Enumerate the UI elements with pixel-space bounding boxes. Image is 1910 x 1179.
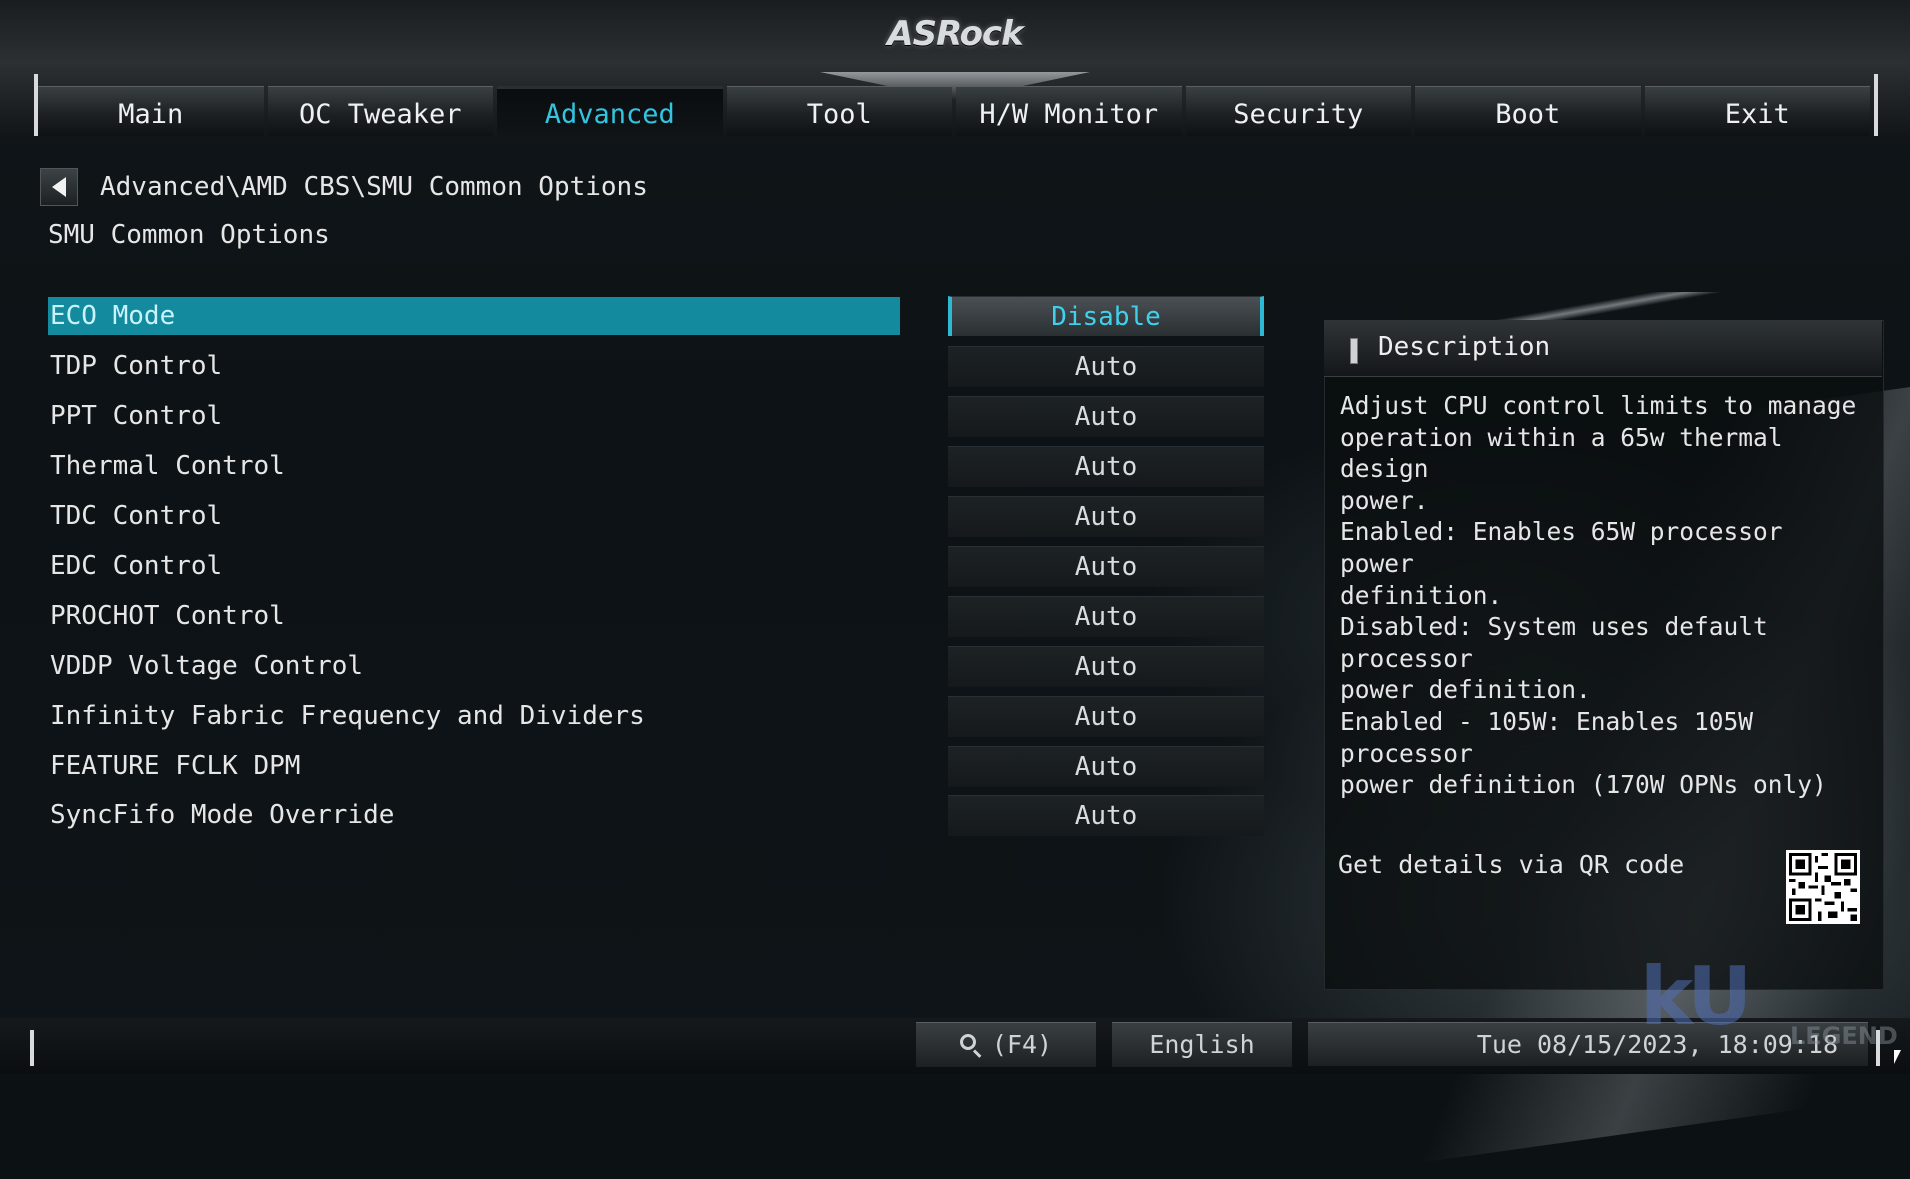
option-value-tdc-control[interactable]: Auto <box>948 496 1264 537</box>
option-label: Thermal Control <box>50 451 285 481</box>
option-label: ECO Mode <box>50 301 176 331</box>
option-row-edc-control[interactable]: EDC Control <box>48 547 900 585</box>
option-label: VDDP Voltage Control <box>50 651 364 681</box>
option-row-vddp-voltage-control[interactable]: VDDP Voltage Control <box>48 647 900 685</box>
option-row-infinity-fabric[interactable]: Infinity Fabric Frequency and Dividers <box>48 697 900 735</box>
option-row-prochot-control[interactable]: PROCHOT Control <box>48 597 900 635</box>
option-row-syncfifo-mode-override[interactable]: SyncFifo Mode Override <box>48 796 900 834</box>
page-title: SMU Common Options <box>48 220 330 250</box>
option-row-tdc-control[interactable]: TDC Control <box>48 497 900 535</box>
option-value-edc-control[interactable]: Auto <box>948 546 1264 587</box>
option-value-ppt-control[interactable]: Auto <box>948 396 1264 437</box>
language-button[interactable]: English <box>1112 1022 1292 1067</box>
tab-hw-monitor[interactable]: H/W Monitor <box>956 86 1182 136</box>
option-label: TDC Control <box>50 501 223 531</box>
qr-code-label: Get details via QR code <box>1338 850 1685 879</box>
qr-code-icon[interactable] <box>1786 850 1860 924</box>
search-button[interactable]: (F4) <box>916 1022 1096 1067</box>
watermark-text: LEGEND <box>1790 1022 1898 1050</box>
option-value-tdp-control[interactable]: Auto <box>948 346 1264 387</box>
back-arrow-icon <box>52 177 66 197</box>
tab-advanced[interactable]: Advanced <box>497 86 723 136</box>
option-label: TDP Control <box>50 351 223 381</box>
bottom-rail-left <box>30 1030 34 1066</box>
option-row-eco-mode[interactable]: ECO Mode <box>48 297 900 335</box>
description-header-marker <box>1350 338 1358 364</box>
tab-security[interactable]: Security <box>1185 86 1411 136</box>
option-value-feature-fclk-dpm[interactable]: Auto <box>948 746 1264 787</box>
asrock-logo: ASRock <box>887 14 1023 54</box>
option-row-tdp-control[interactable]: TDP Control <box>48 347 900 385</box>
option-value-prochot-control[interactable]: Auto <box>948 596 1264 637</box>
description-top-decoration <box>1324 292 1882 322</box>
main-tab-bar: Main OC Tweaker Advanced Tool H/W Monito… <box>38 86 1870 138</box>
back-button[interactable] <box>40 168 78 206</box>
option-value-syncfifo-mode-override[interactable]: Auto <box>948 795 1264 836</box>
option-value-thermal-control[interactable]: Auto <box>948 446 1264 487</box>
description-text: Adjust CPU control limits to manage oper… <box>1340 391 1857 800</box>
description-title: Description <box>1378 332 1551 362</box>
tab-main[interactable]: Main <box>38 86 264 136</box>
option-label: SyncFifo Mode Override <box>50 800 395 830</box>
option-row-feature-fclk-dpm[interactable]: FEATURE FCLK DPM <box>48 747 900 785</box>
mouse-cursor-icon <box>1894 1050 1901 1064</box>
option-label: Infinity Fabric Frequency and Dividers <box>50 701 645 731</box>
option-value-eco-mode[interactable]: Disable <box>948 296 1264 336</box>
option-value-vddp-voltage-control[interactable]: Auto <box>948 646 1264 687</box>
system-datetime: Tue 08/15/2023, 18:09:18 <box>1308 1022 1868 1066</box>
option-label: FEATURE FCLK DPM <box>50 751 301 781</box>
breadcrumb: Advanced\AMD CBS\SMU Common Options <box>100 172 648 202</box>
option-label: PROCHOT Control <box>50 601 285 631</box>
header-rail-right <box>1874 74 1878 136</box>
search-shortcut-label: (F4) <box>991 1030 1053 1059</box>
watermark-logo: kU <box>1640 950 1752 1043</box>
tab-exit[interactable]: Exit <box>1644 86 1870 136</box>
option-row-ppt-control[interactable]: PPT Control <box>48 397 900 435</box>
option-value-infinity-fabric[interactable]: Auto <box>948 696 1264 737</box>
search-icon <box>959 1034 982 1058</box>
tab-tool[interactable]: Tool <box>726 86 952 136</box>
option-label: EDC Control <box>50 551 223 581</box>
tab-boot[interactable]: Boot <box>1415 86 1641 136</box>
option-row-thermal-control[interactable]: Thermal Control <box>48 447 900 485</box>
tab-oc-tweaker[interactable]: OC Tweaker <box>267 86 493 136</box>
option-label: PPT Control <box>50 401 223 431</box>
